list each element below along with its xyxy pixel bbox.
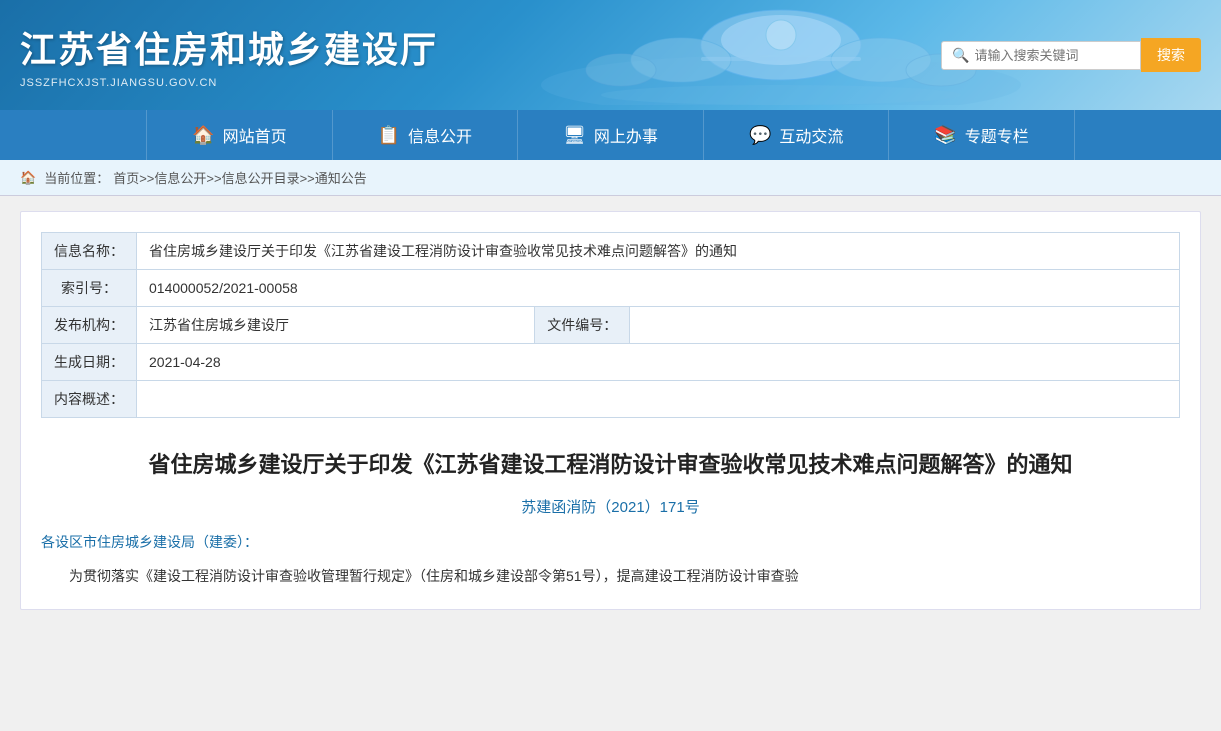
nav-label-home: 网站首页 — [223, 123, 287, 147]
breadcrumb-path: 首页>>信息公开>>信息公开目录>>通知公告 — [113, 168, 367, 187]
info-icon: 📋 — [378, 125, 400, 146]
value-summary — [137, 381, 1180, 418]
article-title: 省住房城乡建设厅关于印发《江苏省建设工程消防设计审查验收常见技术难点问题解答》的… — [41, 448, 1180, 481]
search-input[interactable] — [974, 48, 1134, 63]
home-icon: 🏠 — [192, 125, 214, 146]
search-icon: 🔍 — [952, 47, 969, 64]
value-date: 2021-04-28 — [137, 344, 1180, 381]
office-icon: 🖥 — [563, 125, 586, 146]
nav-label-special: 专题专栏 — [965, 123, 1029, 147]
value-publisher: 江苏省住房城乡建设厅 — [137, 307, 535, 344]
nav-label-interact: 互动交流 — [779, 123, 843, 147]
value-file-no — [630, 307, 1180, 344]
site-title: 江苏省住房和城乡建设厅 — [20, 21, 438, 73]
header-search: 🔍 搜索 — [941, 38, 1201, 72]
label-publisher: 发布机构： — [42, 307, 137, 344]
value-index: 014000052/2021-00058 — [137, 270, 1180, 307]
interact-icon: 💬 — [749, 125, 771, 146]
label-index: 索引号： — [42, 270, 137, 307]
article-recipient: 各设区市住房城乡建设局（建委）： — [41, 532, 1180, 552]
article-doc-no: 苏建函消防（2021）171号 — [41, 496, 1180, 517]
site-url: JSSZFHCXJST.JIANGSU.GOV.CN — [20, 77, 438, 89]
nav-label-office: 网上办事 — [594, 123, 658, 147]
table-row-title: 信息名称： 省住房城乡建设厅关于印发《江苏省建设工程消防设计审查验收常见技术难点… — [42, 233, 1180, 270]
table-row-date: 生成日期： 2021-04-28 — [42, 344, 1180, 381]
table-row-summary: 内容概述： — [42, 381, 1180, 418]
breadcrumb-current-label: 当前位置： — [44, 168, 109, 187]
header-branding: 江苏省住房和城乡建设厅 JSSZFHCXJST.JIANGSU.GOV.CN — [20, 21, 438, 89]
label-file-no: 文件编号： — [535, 307, 630, 344]
nav-item-home[interactable]: 🏠 网站首页 — [146, 110, 332, 160]
table-row-publisher: 发布机构： 江苏省住房城乡建设厅 文件编号： — [42, 307, 1180, 344]
value-info-name: 省住房城乡建设厅关于印发《江苏省建设工程消防设计审查验收常见技术难点问题解答》的… — [137, 233, 1180, 270]
nav-item-office[interactable]: 🖥 网上办事 — [518, 110, 704, 160]
search-box: 🔍 — [941, 41, 1141, 70]
nav-item-interact[interactable]: 💬 互动交流 — [704, 110, 889, 160]
search-button[interactable]: 搜索 — [1141, 38, 1201, 72]
nav-item-special[interactable]: 📚 专题专栏 — [889, 110, 1074, 160]
main-nav: 🏠 网站首页 📋 信息公开 🖥 网上办事 💬 互动交流 📚 专题专栏 — [0, 110, 1221, 160]
label-date: 生成日期： — [42, 344, 137, 381]
article-body: 为贯彻落实《建设工程消防设计审查验收管理暂行规定》（住房和城乡建设部令第51号）… — [41, 564, 1180, 589]
main-content: 信息名称： 省住房城乡建设厅关于印发《江苏省建设工程消防设计审查验收常见技术难点… — [20, 211, 1201, 610]
nav-label-info: 信息公开 — [408, 123, 472, 147]
header: 江苏省住房和城乡建设厅 JSSZFHCXJST.JIANGSU.GOV.CN 🔍 — [0, 0, 1221, 110]
special-icon: 📚 — [934, 125, 956, 146]
breadcrumb: 🏠 当前位置： 首页>>信息公开>>信息公开目录>>通知公告 — [0, 160, 1221, 196]
breadcrumb-home-icon: 🏠 — [20, 170, 36, 186]
label-summary: 内容概述： — [42, 381, 137, 418]
info-table: 信息名称： 省住房城乡建设厅关于印发《江苏省建设工程消防设计审查验收常见技术难点… — [41, 232, 1180, 418]
label-info-name: 信息名称： — [42, 233, 137, 270]
nav-item-info[interactable]: 📋 信息公开 — [333, 110, 518, 160]
table-row-index: 索引号： 014000052/2021-00058 — [42, 270, 1180, 307]
